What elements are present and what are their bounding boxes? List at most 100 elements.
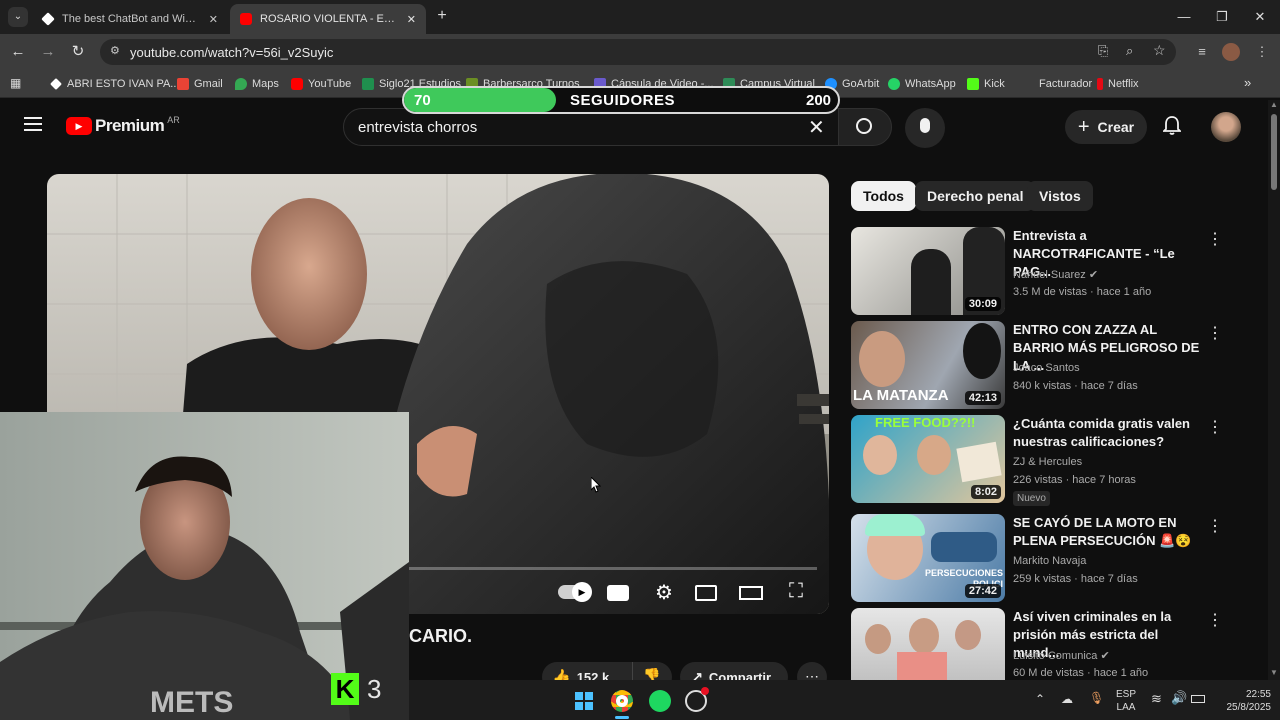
cloud-offline-icon[interactable]: ☁ bbox=[1061, 693, 1073, 706]
chip-derecho-penal[interactable]: Derecho penal bbox=[915, 181, 1036, 211]
notifications-bell-icon[interactable] bbox=[1161, 116, 1183, 136]
youtube-icon bbox=[291, 78, 303, 90]
battery-icon[interactable] bbox=[1191, 695, 1205, 703]
voice-search-button[interactable] bbox=[905, 108, 945, 148]
close-icon[interactable]: ✕ bbox=[209, 13, 218, 26]
kick-icon bbox=[967, 78, 979, 90]
more-options-icon[interactable]: ⋮ bbox=[1207, 610, 1223, 630]
miniplayer-icon[interactable] bbox=[695, 582, 721, 604]
menu-kebab-icon[interactable]: ⋮ bbox=[1250, 40, 1274, 64]
bookmark-item[interactable]: Kick bbox=[967, 76, 1005, 92]
address-bar[interactable]: ⚙ youtube.com/watch?v=56i_v2Suyic ⎘ ⌕ ☆ bbox=[100, 39, 1176, 65]
recommendation-item[interactable]: 30:09 Entrevista a NARCOTR4FICANTE - “Le… bbox=[851, 227, 1261, 315]
windows-start-icon[interactable] bbox=[575, 692, 593, 710]
language-indicator[interactable]: ESP LAA bbox=[1113, 688, 1139, 714]
url-text: youtube.com/watch?v=56i_v2Suyic bbox=[130, 44, 334, 60]
thumbnail-text: FREE FOOD??!! bbox=[875, 415, 976, 430]
theater-mode-icon[interactable] bbox=[739, 582, 765, 604]
tab-title: The best ChatBot and Widgets bbox=[62, 13, 201, 25]
back-icon[interactable]: ← bbox=[6, 40, 30, 64]
bookmark-item[interactable]: Facturador bbox=[1022, 76, 1092, 92]
create-label: Crear bbox=[1097, 119, 1135, 135]
kick-count: 3 bbox=[367, 673, 382, 704]
minimize-icon[interactable]: — bbox=[1170, 6, 1198, 28]
youtube-play-logo-icon: ▶ bbox=[66, 117, 92, 135]
fullscreen-icon[interactable]: ⛶ bbox=[783, 580, 809, 602]
scrollbar-thumb[interactable] bbox=[1271, 114, 1277, 190]
video-meta: 3.5 M de vistas · hace 1 año bbox=[1013, 286, 1152, 298]
recommendation-item[interactable]: FREE FOOD??!! 8:02 ¿Cuánta comida gratis… bbox=[851, 415, 1261, 506]
video-thumbnail[interactable]: 30:09 bbox=[851, 227, 1005, 315]
recommendation-item[interactable]: Así viven criminales en la prisión más e… bbox=[851, 608, 1261, 680]
chip-vistos[interactable]: Vistos bbox=[1027, 181, 1093, 211]
video-thumbnail[interactable]: PERSECUCIONES POLICI 27:42 bbox=[851, 514, 1005, 602]
maximize-icon[interactable]: ❐ bbox=[1208, 6, 1236, 28]
bookmark-item[interactable]: YouTube bbox=[291, 76, 351, 92]
settings-gear-icon[interactable]: ⚙ bbox=[651, 580, 677, 604]
profile-avatar[interactable] bbox=[1222, 43, 1240, 61]
more-options-icon[interactable]: ⋮ bbox=[1207, 229, 1223, 249]
netflix-icon bbox=[1097, 78, 1103, 90]
youtube-logo[interactable]: ▶ Premium AR bbox=[66, 115, 180, 136]
scroll-down-arrow-icon[interactable]: ▼ bbox=[1270, 668, 1278, 677]
bookmark-item[interactable]: WhatsApp bbox=[888, 76, 956, 92]
new-tab-button[interactable]: + bbox=[432, 6, 452, 26]
forward-icon[interactable]: → bbox=[36, 40, 60, 64]
volume-icon[interactable]: 🔊 bbox=[1171, 691, 1187, 704]
site-info-icon[interactable]: ⚙ bbox=[110, 44, 120, 57]
chip-todos[interactable]: Todos bbox=[851, 181, 916, 211]
kick-counter: K 3 bbox=[331, 671, 397, 707]
wifi-icon[interactable]: ≋ bbox=[1151, 692, 1162, 705]
bookmark-item[interactable]: Netflix bbox=[1097, 76, 1139, 92]
hamburger-menu-icon[interactable] bbox=[24, 117, 42, 131]
zoom-icon[interactable]: ⌕ bbox=[1126, 43, 1133, 59]
more-options-icon[interactable]: ⋮ bbox=[1207, 516, 1223, 536]
show-hidden-icons-icon[interactable]: ⌃ bbox=[1035, 693, 1045, 706]
more-options-icon[interactable]: ⋮ bbox=[1207, 417, 1223, 437]
recommendation-item[interactable]: PERSECUCIONES POLICI 27:42 SE CAYÓ DE LA… bbox=[851, 514, 1261, 602]
gmail-icon bbox=[177, 78, 189, 90]
spotify-taskbar-icon[interactable] bbox=[649, 690, 671, 712]
microphone-tray-icon[interactable]: 🎙 bbox=[1089, 692, 1104, 705]
tab-chatbot[interactable]: The best ChatBot and Widgets ✕ bbox=[32, 4, 228, 34]
video-thumbnail[interactable]: FREE FOOD??!! 8:02 bbox=[851, 415, 1005, 503]
more-bookmarks-icon[interactable]: » bbox=[1244, 75, 1251, 90]
apps-grid-icon[interactable]: ▦ bbox=[10, 76, 24, 90]
bookmark-item[interactable]: ABRI ESTO IVAN PA... bbox=[50, 76, 179, 92]
install-app-icon[interactable]: ⎘ bbox=[1098, 43, 1108, 59]
recommendation-item[interactable]: LA MATANZA 42:13 ENTRO CON ZAZZA AL BARR… bbox=[851, 321, 1261, 409]
tab-search-dropdown[interactable]: ⌄ bbox=[8, 7, 28, 27]
bookmark-label: GoArbit bbox=[842, 78, 880, 90]
tab-strip: ⌄ The best ChatBot and Widgets ✕ ROSARIO… bbox=[0, 0, 1280, 34]
browser-toolbar: ← → ↻ ⚙ youtube.com/watch?v=56i_v2Suyic … bbox=[0, 34, 1280, 70]
more-options-icon[interactable]: ⋮ bbox=[1207, 323, 1223, 343]
video-title: CARIO. bbox=[409, 626, 472, 646]
verified-check-icon: ✔ bbox=[1100, 650, 1110, 662]
chrome-taskbar-icon[interactable] bbox=[611, 690, 633, 712]
close-icon[interactable]: ✕ bbox=[407, 13, 416, 26]
page-scrollbar[interactable]: ▲ ▼ bbox=[1268, 100, 1280, 680]
create-button[interactable]: + Crear bbox=[1065, 110, 1147, 144]
clear-search-icon[interactable]: ✕ bbox=[808, 115, 825, 140]
video-thumbnail[interactable]: LA MATANZA 42:13 bbox=[851, 321, 1005, 409]
bookmark-item[interactable]: Maps bbox=[235, 76, 279, 92]
bookmark-star-icon[interactable]: ☆ bbox=[1153, 42, 1166, 59]
chatbot-favicon-icon bbox=[41, 12, 55, 26]
youtube-favicon-icon bbox=[240, 13, 252, 25]
account-avatar[interactable] bbox=[1211, 112, 1241, 142]
window-close-icon[interactable]: ✕ bbox=[1246, 6, 1274, 28]
followers-current: 70 bbox=[414, 92, 431, 109]
reload-icon[interactable]: ↻ bbox=[66, 40, 90, 64]
bookmark-label: WhatsApp bbox=[905, 78, 956, 90]
subtitles-icon[interactable] bbox=[607, 582, 633, 604]
obs-taskbar-icon[interactable] bbox=[685, 687, 709, 712]
scroll-up-arrow-icon[interactable]: ▲ bbox=[1270, 100, 1278, 109]
clock[interactable]: 22:55 25/8/2025 bbox=[1221, 688, 1272, 714]
bookmark-label: Gmail bbox=[194, 78, 223, 90]
video-thumbnail[interactable] bbox=[851, 608, 1005, 680]
autoplay-toggle[interactable]: ▶ bbox=[558, 582, 592, 602]
search-button[interactable] bbox=[838, 108, 892, 146]
media-controls-icon[interactable]: ≡ bbox=[1190, 40, 1214, 64]
bookmark-item[interactable]: Gmail bbox=[177, 76, 223, 92]
tab-youtube[interactable]: ROSARIO VIOLENTA - ENTR ✕ bbox=[230, 4, 426, 34]
